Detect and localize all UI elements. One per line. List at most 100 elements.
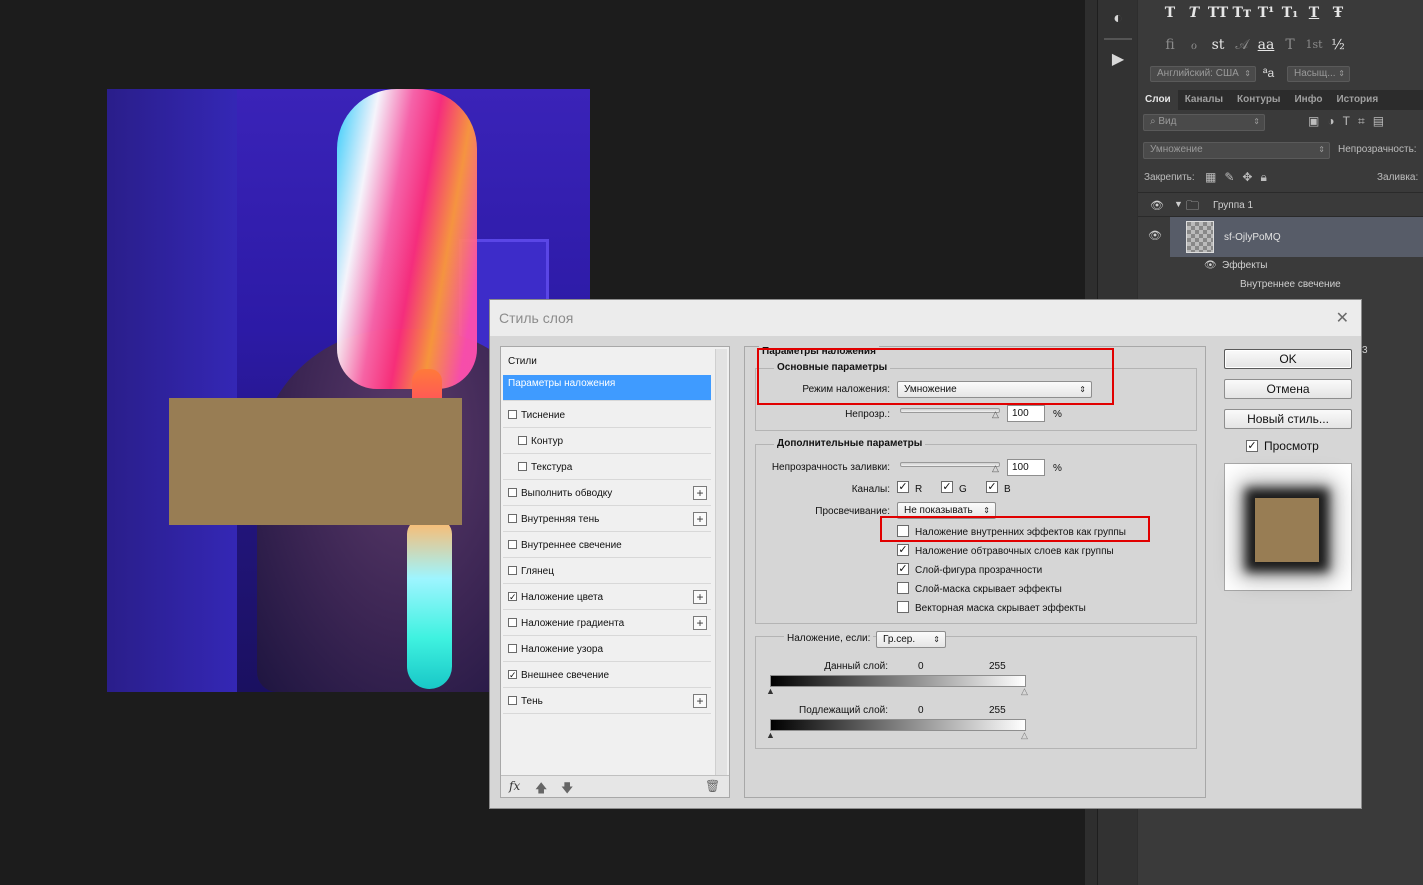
fill-opacity-slider[interactable] [900, 462, 1000, 467]
add-style-icon[interactable]: + [693, 616, 707, 630]
move-down-icon[interactable]: 🡇 [561, 779, 573, 800]
style-item[interactable]: Текстура [503, 455, 711, 480]
visibility-eye-icon[interactable]: 👁︎ [1150, 199, 1164, 212]
swash-icon[interactable]: 𝒜 [1230, 34, 1254, 56]
lock-transparent-icon[interactable]: ▦ [1205, 170, 1216, 184]
fx-icon[interactable]: fx [509, 779, 520, 793]
image-filter-icon[interactable]: ▣ [1308, 114, 1319, 128]
style-item-checkbox[interactable]: ✓ [508, 591, 517, 601]
style-item-checkbox[interactable] [508, 487, 517, 497]
opacity-input[interactable]: 100 [1007, 405, 1045, 422]
style-item-checkbox[interactable] [518, 435, 527, 445]
ordinals-icon[interactable]: 1st [1302, 34, 1326, 56]
lock-move-icon[interactable]: ✥ [1242, 170, 1252, 184]
play-icon[interactable]: ▶ [1106, 48, 1130, 72]
fractions-icon[interactable]: ½ [1326, 34, 1350, 56]
styles-header[interactable]: Стили [503, 349, 711, 374]
titling-alternates-icon[interactable]: T [1278, 34, 1302, 56]
style-item-checkbox[interactable] [508, 565, 517, 575]
option-vector-mask-checkbox[interactable] [897, 601, 909, 613]
style-item-checkbox[interactable] [508, 617, 517, 627]
small-caps-icon[interactable]: Tт [1230, 2, 1254, 24]
style-item[interactable]: Наложение узора [503, 637, 711, 662]
style-item[interactable]: Контур [503, 429, 711, 454]
tab-channels[interactable]: Каналы [1178, 90, 1230, 110]
preview-checkbox[interactable]: ✓ [1246, 440, 1258, 452]
new-style-button[interactable]: Новый стиль... [1224, 409, 1352, 429]
italic-icon[interactable]: T [1182, 2, 1206, 24]
swash-st-icon[interactable]: st [1206, 34, 1230, 56]
strikethrough-icon[interactable]: Ŧ [1326, 2, 1350, 24]
style-item-checkbox[interactable] [508, 643, 517, 653]
layer-filter-select[interactable]: ⌕ Вид ⇕ [1143, 114, 1265, 131]
language-select[interactable]: Английский: США ⇕ [1150, 66, 1256, 82]
smart-filter-icon[interactable]: ▤ [1373, 114, 1384, 128]
opacity-slider-thumb[interactable]: △ [992, 409, 999, 420]
discretionary-ligature-icon[interactable]: ℴ [1182, 34, 1206, 56]
visibility-eye-icon[interactable]: 👁︎ [1148, 229, 1162, 242]
adjustment-filter-icon[interactable]: ◑ [1327, 114, 1334, 128]
styles-scrollbar[interactable] [715, 349, 727, 779]
style-item[interactable]: ✓ Внешнее свечение [503, 663, 711, 688]
style-item[interactable]: Внутреннее свечение [503, 533, 711, 558]
ok-button[interactable]: OK [1224, 349, 1352, 369]
underline-icon[interactable]: T [1302, 2, 1326, 24]
option-layer-mask-checkbox[interactable] [897, 582, 909, 594]
this-layer-black-slider[interactable]: ▲ [766, 686, 775, 696]
style-item-checkbox[interactable] [518, 461, 527, 471]
option-blend-clipped-checkbox[interactable]: ✓ [897, 544, 909, 556]
effect-item-row[interactable]: Внутреннее свечение [1138, 277, 1423, 295]
style-item[interactable]: Внутренняя тень + [503, 507, 711, 532]
fill-opacity-input[interactable]: 100 [1007, 459, 1045, 476]
blend-if-select[interactable]: Гр.сер. ⇕ [876, 631, 946, 648]
subscript-icon[interactable]: T₁ [1278, 2, 1302, 24]
channel-g-checkbox[interactable]: ✓ [941, 481, 953, 493]
this-layer-gradient[interactable] [770, 675, 1026, 687]
move-up-icon[interactable]: 🡅 [535, 779, 547, 800]
fill-opacity-thumb[interactable]: △ [992, 463, 999, 474]
tab-layers[interactable]: Слои [1138, 90, 1178, 110]
add-style-icon[interactable]: + [693, 694, 707, 708]
disclosure-triangle-icon[interactable]: ▼ [1174, 199, 1183, 209]
add-style-icon[interactable]: + [693, 486, 707, 500]
this-layer-white-slider[interactable]: △ [1021, 686, 1028, 697]
style-item-checkbox[interactable]: ✓ [508, 669, 517, 679]
effects-eye-icon[interactable]: 👁︎ [1204, 260, 1217, 271]
style-item-checkbox[interactable] [508, 695, 517, 705]
cancel-button[interactable]: Отмена [1224, 379, 1352, 399]
style-item[interactable]: Наложение градиента + [503, 611, 711, 636]
channel-b-checkbox[interactable]: ✓ [986, 481, 998, 493]
bold-icon[interactable]: T [1158, 2, 1182, 24]
effects-row[interactable]: 👁︎ Эффекты [1138, 258, 1423, 276]
style-item[interactable]: Тиснение [503, 403, 711, 428]
all-caps-icon[interactable]: TT [1206, 2, 1230, 24]
underlying-white-slider[interactable]: △ [1021, 730, 1028, 741]
underlying-gradient[interactable] [770, 719, 1026, 731]
lock-brush-icon[interactable]: ✎ [1224, 170, 1234, 184]
antialias-select[interactable]: Насыщ... ⇕ [1287, 66, 1350, 82]
shape-filter-icon[interactable]: ⌗ [1358, 114, 1365, 129]
add-style-icon[interactable]: + [693, 512, 707, 526]
type-filter-icon[interactable]: T [1343, 114, 1350, 128]
style-item[interactable]: Выполнить обводку + [503, 481, 711, 506]
style-item[interactable]: ✓ Наложение цвета + [503, 585, 711, 610]
close-icon[interactable]: ✕ [1336, 308, 1349, 328]
trash-icon[interactable]: 🗑︎ [705, 779, 720, 793]
layer-row-selected[interactable]: sf-OjlyPoMQ [1170, 217, 1423, 257]
opacity-slider[interactable] [900, 408, 1000, 413]
style-item-checkbox[interactable] [508, 539, 517, 549]
style-item[interactable]: Тень + [503, 689, 711, 714]
lock-icon[interactable]: 🔒︎ [1260, 170, 1266, 185]
style-item[interactable]: Глянец [503, 559, 711, 584]
superscript-icon[interactable]: T¹ [1254, 2, 1278, 24]
tab-info[interactable]: Инфо [1287, 90, 1329, 110]
tab-history[interactable]: История [1329, 90, 1385, 110]
layer-blend-mode-select[interactable]: Умножение ⇕ [1143, 142, 1330, 159]
ligature-icon[interactable]: fi [1158, 34, 1182, 56]
style-item[interactable]: Параметры наложения [503, 375, 711, 401]
option-transparency-shapes-checkbox[interactable]: ✓ [897, 563, 909, 575]
channel-r-checkbox[interactable]: ✓ [897, 481, 909, 493]
stylistic-alternates-icon[interactable]: aa [1254, 34, 1278, 56]
underlying-black-slider[interactable]: ▲ [766, 730, 775, 740]
layer-row-group[interactable]: 👁︎ ▼ 🗀︎ Группа 1 [1138, 196, 1423, 216]
